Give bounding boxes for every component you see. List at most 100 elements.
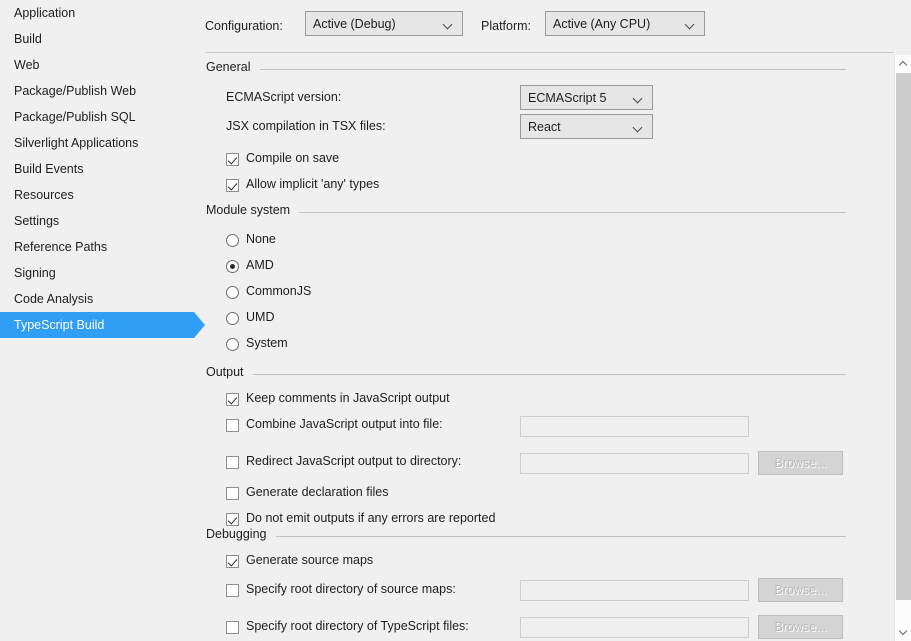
redirect-output-input[interactable] xyxy=(520,453,749,474)
sidebar-item-label: Build Events xyxy=(14,162,84,176)
generate-source-maps-checkbox[interactable] xyxy=(226,555,239,568)
platform-value: Active (Any CPU) xyxy=(553,16,651,31)
configuration-bar: Configuration: Active (Debug) Platform: … xyxy=(195,0,911,50)
sidebar-item-web[interactable]: Web xyxy=(0,52,195,78)
ecmascript-version-value: ECMAScript 5 xyxy=(528,90,607,105)
sidebar-item-label: Resources xyxy=(14,188,74,202)
jsx-compilation-label: JSX compilation in TSX files: xyxy=(226,119,386,133)
source-map-root-browse-button[interactable]: Browse... xyxy=(758,578,843,602)
sidebar-item-label: Signing xyxy=(14,266,56,280)
group-divider-line xyxy=(260,69,846,70)
platform-label: Platform: xyxy=(481,19,532,33)
sidebar-item-package-publish-sql[interactable]: Package/Publish SQL xyxy=(0,104,195,130)
module-system-group-title: Module system xyxy=(206,203,298,217)
module-commonjs-radio[interactable] xyxy=(226,286,239,299)
scroll-down-arrow-icon[interactable] xyxy=(895,624,911,641)
ts-files-root-label: Specify root directory of TypeScript fil… xyxy=(246,619,469,633)
configuration-label: Configuration: xyxy=(205,19,283,33)
combine-output-input[interactable] xyxy=(520,416,749,437)
scrollbar-thumb[interactable] xyxy=(896,73,911,600)
jsx-compilation-value: React xyxy=(528,119,561,134)
group-divider-line xyxy=(276,536,846,537)
group-divider-line xyxy=(253,374,846,375)
sidebar-item-label: Silverlight Applications xyxy=(14,136,139,150)
general-group-header: General xyxy=(195,60,855,78)
keep-comments-checkbox[interactable] xyxy=(226,393,239,406)
sidebar-item-silverlight-applications[interactable]: Silverlight Applications xyxy=(0,130,195,156)
module-none-radio[interactable] xyxy=(226,234,239,247)
sidebar-item-label: Build xyxy=(14,32,42,46)
ts-files-root-input[interactable] xyxy=(520,617,749,638)
configuration-dropdown[interactable]: Active (Debug) xyxy=(305,11,463,36)
combine-output-label: Combine JavaScript output into file: xyxy=(246,417,443,431)
output-group-title: Output xyxy=(206,365,251,379)
sidebar-item-label: Application xyxy=(14,6,76,20)
typescript-build-settings-panel: General ECMAScript version: ECMAScript 5… xyxy=(195,55,885,641)
redirect-output-label: Redirect JavaScript output to directory: xyxy=(246,454,462,468)
debugging-group: Debugging Generate source maps Specify r… xyxy=(195,527,855,641)
content-scrollbar[interactable] xyxy=(894,55,911,641)
browse-button-label: Browse... xyxy=(774,583,827,597)
scroll-up-arrow-icon[interactable] xyxy=(895,55,911,72)
no-emit-on-error-label: Do not emit outputs if any errors are re… xyxy=(246,511,496,525)
redirect-output-browse-button[interactable]: Browse... xyxy=(758,451,843,475)
chevron-down-icon xyxy=(634,124,643,133)
compile-on-save-label: Compile on save xyxy=(246,151,340,165)
combine-output-checkbox[interactable] xyxy=(226,419,239,432)
ecmascript-version-label: ECMAScript version: xyxy=(226,90,342,104)
module-commonjs-label: CommonJS xyxy=(246,284,312,298)
module-system-radio[interactable] xyxy=(226,338,239,351)
sidebar-item-resources[interactable]: Resources xyxy=(0,182,195,208)
generate-declarations-label: Generate declaration files xyxy=(246,485,389,499)
module-amd-label: AMD xyxy=(246,258,274,272)
property-pages-sidebar: Application Build Web Package/Publish We… xyxy=(0,0,205,641)
ecmascript-version-dropdown[interactable]: ECMAScript 5 xyxy=(520,85,653,110)
module-system-group: Module system None AMD CommonJS UMD Syst… xyxy=(195,203,855,365)
source-map-root-label: Specify root directory of source maps: xyxy=(246,582,456,596)
general-group: General ECMAScript version: ECMAScript 5… xyxy=(195,60,855,208)
module-system-group-header: Module system xyxy=(195,203,855,221)
sidebar-item-label: Reference Paths xyxy=(14,240,108,254)
chevron-down-icon xyxy=(444,21,453,30)
debugging-group-header: Debugging xyxy=(195,527,855,545)
chevron-down-icon xyxy=(686,21,695,30)
sidebar-item-signing[interactable]: Signing xyxy=(0,260,195,286)
debugging-group-title: Debugging xyxy=(206,527,274,541)
sidebar-item-label: Code Analysis xyxy=(14,292,94,306)
module-amd-radio[interactable] xyxy=(226,260,239,273)
compile-on-save-checkbox[interactable] xyxy=(226,153,239,166)
sidebar-item-typescript-build[interactable]: TypeScript Build xyxy=(0,312,205,338)
sidebar-item-settings[interactable]: Settings xyxy=(0,208,195,234)
sidebar-item-label: Settings xyxy=(14,214,60,228)
no-emit-on-error-checkbox[interactable] xyxy=(226,513,239,526)
module-umd-radio[interactable] xyxy=(226,312,239,325)
sidebar-item-label: Package/Publish SQL xyxy=(14,110,136,124)
chevron-down-icon xyxy=(634,95,643,104)
allow-implicit-any-checkbox[interactable] xyxy=(226,179,239,192)
sidebar-item-build-events[interactable]: Build Events xyxy=(0,156,195,182)
sidebar-item-application[interactable]: Application xyxy=(0,0,195,26)
generate-source-maps-label: Generate source maps xyxy=(246,553,374,567)
sidebar-item-build[interactable]: Build xyxy=(0,26,195,52)
redirect-output-checkbox[interactable] xyxy=(226,456,239,469)
source-map-root-input[interactable] xyxy=(520,580,749,601)
source-map-root-checkbox[interactable] xyxy=(226,584,239,597)
sidebar-item-code-analysis[interactable]: Code Analysis xyxy=(0,286,195,312)
ts-files-root-checkbox[interactable] xyxy=(226,621,239,634)
sidebar-item-label: Web xyxy=(14,58,40,72)
platform-dropdown[interactable]: Active (Any CPU) xyxy=(545,11,705,36)
keep-comments-label: Keep comments in JavaScript output xyxy=(246,391,450,405)
output-group: Output Keep comments in JavaScript outpu… xyxy=(195,365,855,527)
ts-files-root-browse-button[interactable]: Browse... xyxy=(758,615,843,639)
output-group-header: Output xyxy=(195,365,855,383)
generate-declarations-checkbox[interactable] xyxy=(226,487,239,500)
header-divider xyxy=(206,52,894,53)
sidebar-item-reference-paths[interactable]: Reference Paths xyxy=(0,234,195,260)
module-none-label: None xyxy=(246,232,276,246)
jsx-compilation-dropdown[interactable]: React xyxy=(520,114,653,139)
general-group-title: General xyxy=(206,60,258,74)
allow-implicit-any-label: Allow implicit 'any' types xyxy=(246,177,380,191)
sidebar-item-package-publish-web[interactable]: Package/Publish Web xyxy=(0,78,195,104)
configuration-value: Active (Debug) xyxy=(313,16,396,31)
sidebar-item-label: TypeScript Build xyxy=(14,318,105,332)
